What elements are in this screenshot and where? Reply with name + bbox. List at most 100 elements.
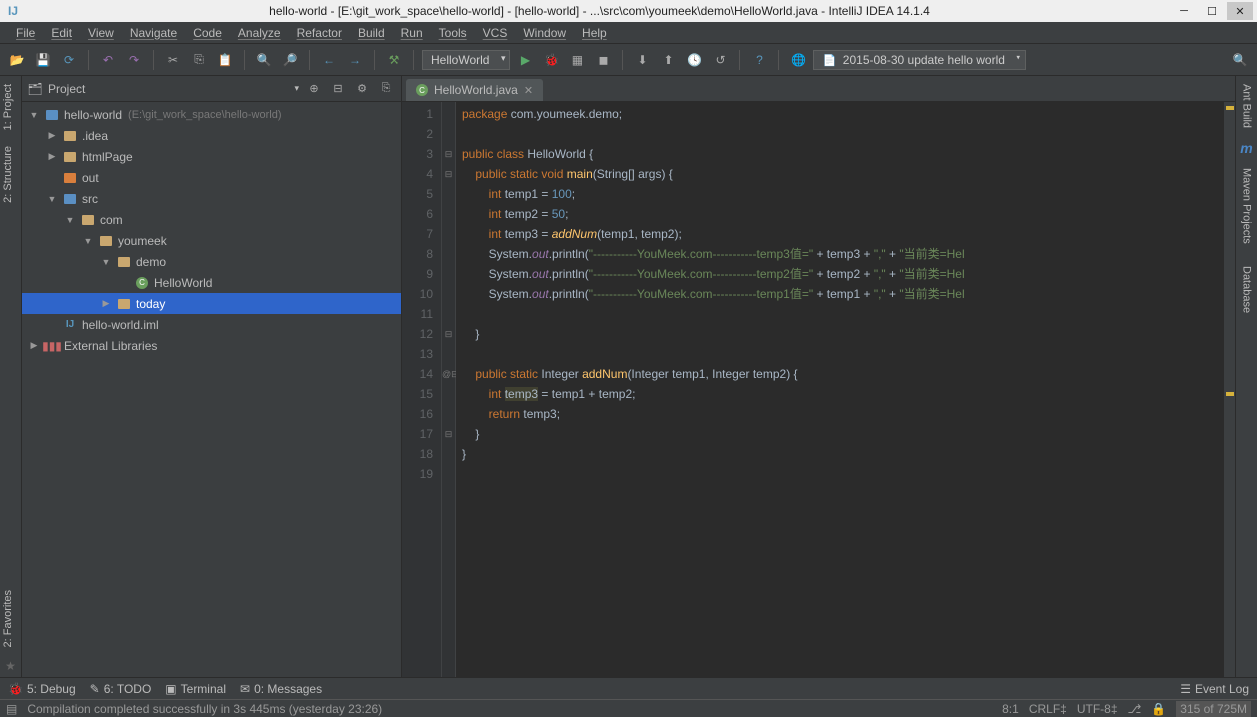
vcs-revert-icon[interactable]: ↺: [709, 49, 731, 71]
tree-item-label: src: [82, 192, 98, 206]
debug-icon[interactable]: 🐞: [540, 49, 562, 71]
tree-row[interactable]: ▶▮▮▮External Libraries: [22, 335, 401, 356]
status-git-branch-icon[interactable]: ⎇: [1128, 702, 1142, 716]
menu-build[interactable]: Build: [350, 24, 393, 42]
bottom-tab-todo[interactable]: ✎6: TODO: [90, 682, 152, 696]
save-all-icon[interactable]: 💾: [32, 49, 54, 71]
tree-item-icon: [116, 257, 132, 267]
tree-arrow-icon[interactable]: ▶: [46, 151, 58, 162]
tree-row[interactable]: ▶ today: [22, 293, 401, 314]
vcs-commit-icon[interactable]: ⬆: [657, 49, 679, 71]
menu-file[interactable]: File: [8, 24, 43, 42]
menu-vcs[interactable]: VCS: [475, 24, 516, 42]
coverage-icon[interactable]: ▦: [566, 49, 588, 71]
left-tab-favorites[interactable]: 2: Favorites: [0, 582, 21, 655]
tree-row[interactable]: ▶htmlPage: [22, 146, 401, 167]
back-icon[interactable]: ←: [318, 49, 340, 71]
bottom-tab-terminal[interactable]: ▣Terminal: [165, 682, 226, 696]
bottom-tab-debug[interactable]: 🐞5: Debug: [8, 682, 76, 696]
tree-arrow-icon[interactable]: ▼: [82, 236, 94, 246]
find-icon[interactable]: 🔍: [253, 49, 275, 71]
code-editor[interactable]: package com.youmeek.demo; public class H…: [456, 102, 1223, 677]
menu-edit[interactable]: Edit: [43, 24, 80, 42]
project-tree[interactable]: ▼hello-world(E:\git_work_space\hello-wor…: [22, 102, 401, 677]
status-line-separator[interactable]: CRLF‡: [1029, 702, 1067, 716]
hide-panel-icon[interactable]: ⎘: [377, 80, 395, 98]
status-memory[interactable]: 315 of 725M: [1176, 701, 1251, 717]
tree-arrow-icon[interactable]: ▼: [64, 215, 76, 225]
stop-icon[interactable]: ◼: [592, 49, 614, 71]
tree-arrow-icon[interactable]: ▼: [46, 194, 58, 204]
line-number-gutter: 12345678910111213141516171819: [402, 102, 442, 677]
close-button[interactable]: ✕: [1227, 2, 1253, 20]
tree-row[interactable]: CHelloWorld: [22, 272, 401, 293]
menu-view[interactable]: View: [80, 24, 122, 42]
close-tab-icon[interactable]: ✕: [524, 84, 533, 97]
redo-icon[interactable]: ↷: [123, 49, 145, 71]
tree-arrow-icon[interactable]: ▶: [28, 340, 40, 351]
menu-refactor[interactable]: Refactor: [289, 24, 350, 42]
left-tab-project[interactable]: 1: Project: [0, 76, 21, 138]
forward-icon[interactable]: →: [344, 49, 366, 71]
menu-code[interactable]: Code: [185, 24, 230, 42]
vcs-update-icon[interactable]: ⬇: [631, 49, 653, 71]
status-tool-windows-icon[interactable]: ▤: [6, 702, 17, 716]
tree-arrow-icon[interactable]: ▶: [46, 130, 58, 141]
menu-window[interactable]: Window: [515, 24, 574, 42]
tree-row[interactable]: ▼youmeek: [22, 230, 401, 251]
error-stripe[interactable]: [1223, 102, 1235, 677]
bottom-tab-eventlog[interactable]: ☰Event Log: [1180, 682, 1249, 696]
editor-tab-helloworld[interactable]: C HelloWorld.java ✕: [406, 79, 543, 101]
status-caret-position[interactable]: 8:1: [1002, 702, 1019, 716]
paste-icon[interactable]: 📋: [214, 49, 236, 71]
tree-item-label: today: [136, 297, 165, 311]
menu-tools[interactable]: Tools: [431, 24, 475, 42]
left-tab-structure[interactable]: 2: Structure: [0, 138, 21, 211]
tree-row[interactable]: IJhello-world.iml: [22, 314, 401, 335]
settings-gear-icon[interactable]: ⚙: [353, 80, 371, 98]
tree-arrow-icon[interactable]: ▶: [100, 298, 112, 309]
tree-row[interactable]: ▼ src: [22, 188, 401, 209]
browser-icon[interactable]: 🌐: [787, 49, 809, 71]
replace-icon[interactable]: 🔎: [279, 49, 301, 71]
tree-row[interactable]: ▼com: [22, 209, 401, 230]
collapse-all-icon[interactable]: ⊟: [329, 80, 347, 98]
sync-icon[interactable]: ⟳: [58, 49, 80, 71]
right-tab-database[interactable]: Database: [1239, 258, 1255, 321]
help-icon[interactable]: ?: [748, 49, 770, 71]
tree-arrow-icon[interactable]: ▼: [100, 257, 112, 267]
tree-row[interactable]: ▼demo: [22, 251, 401, 272]
fold-gutter[interactable]: ⊟⊟⊟@⊟⊟: [442, 102, 456, 677]
vcs-history-icon[interactable]: 🕓: [683, 49, 705, 71]
run-icon[interactable]: ▶: [514, 49, 536, 71]
menu-analyze[interactable]: Analyze: [230, 24, 289, 42]
maximize-button[interactable]: ☐: [1199, 2, 1225, 20]
bottom-tool-tabs: 🐞5: Debug ✎6: TODO ▣Terminal ✉0: Message…: [0, 677, 1257, 699]
undo-icon[interactable]: ↶: [97, 49, 119, 71]
scroll-from-source-icon[interactable]: ⊕: [305, 80, 323, 98]
vcs-commit-select[interactable]: 📄 2015-08-30 update hello world: [813, 50, 1025, 70]
cut-icon[interactable]: ✂: [162, 49, 184, 71]
menu-run[interactable]: Run: [393, 24, 431, 42]
tree-row[interactable]: ▼hello-world(E:\git_work_space\hello-wor…: [22, 104, 401, 125]
right-tab-maven[interactable]: Maven Projects: [1239, 160, 1255, 252]
copy-icon[interactable]: ⎘: [188, 49, 210, 71]
menu-help[interactable]: Help: [574, 24, 615, 42]
right-tab-ant[interactable]: Ant Build: [1239, 76, 1255, 136]
status-lock-icon[interactable]: 🔒: [1151, 702, 1166, 716]
open-file-icon[interactable]: 📂: [6, 49, 28, 71]
search-everywhere-icon[interactable]: 🔍: [1229, 49, 1251, 71]
tree-arrow-icon[interactable]: ▼: [28, 110, 40, 120]
minimize-button[interactable]: ─: [1171, 2, 1197, 20]
bottom-tab-messages[interactable]: ✉0: Messages: [240, 682, 322, 696]
project-view-dropdown-icon[interactable]: ▾: [294, 83, 299, 94]
tree-row[interactable]: out: [22, 167, 401, 188]
statusbar: ▤ Compilation completed successfully in …: [0, 699, 1257, 717]
menu-navigate[interactable]: Navigate: [122, 24, 185, 42]
run-config-select[interactable]: HelloWorld: [422, 50, 510, 70]
warning-marker[interactable]: [1226, 106, 1234, 110]
status-encoding[interactable]: UTF-8‡: [1077, 702, 1118, 716]
tree-row[interactable]: ▶.idea: [22, 125, 401, 146]
warning-marker[interactable]: [1226, 392, 1234, 396]
build-icon[interactable]: ⚒: [383, 49, 405, 71]
